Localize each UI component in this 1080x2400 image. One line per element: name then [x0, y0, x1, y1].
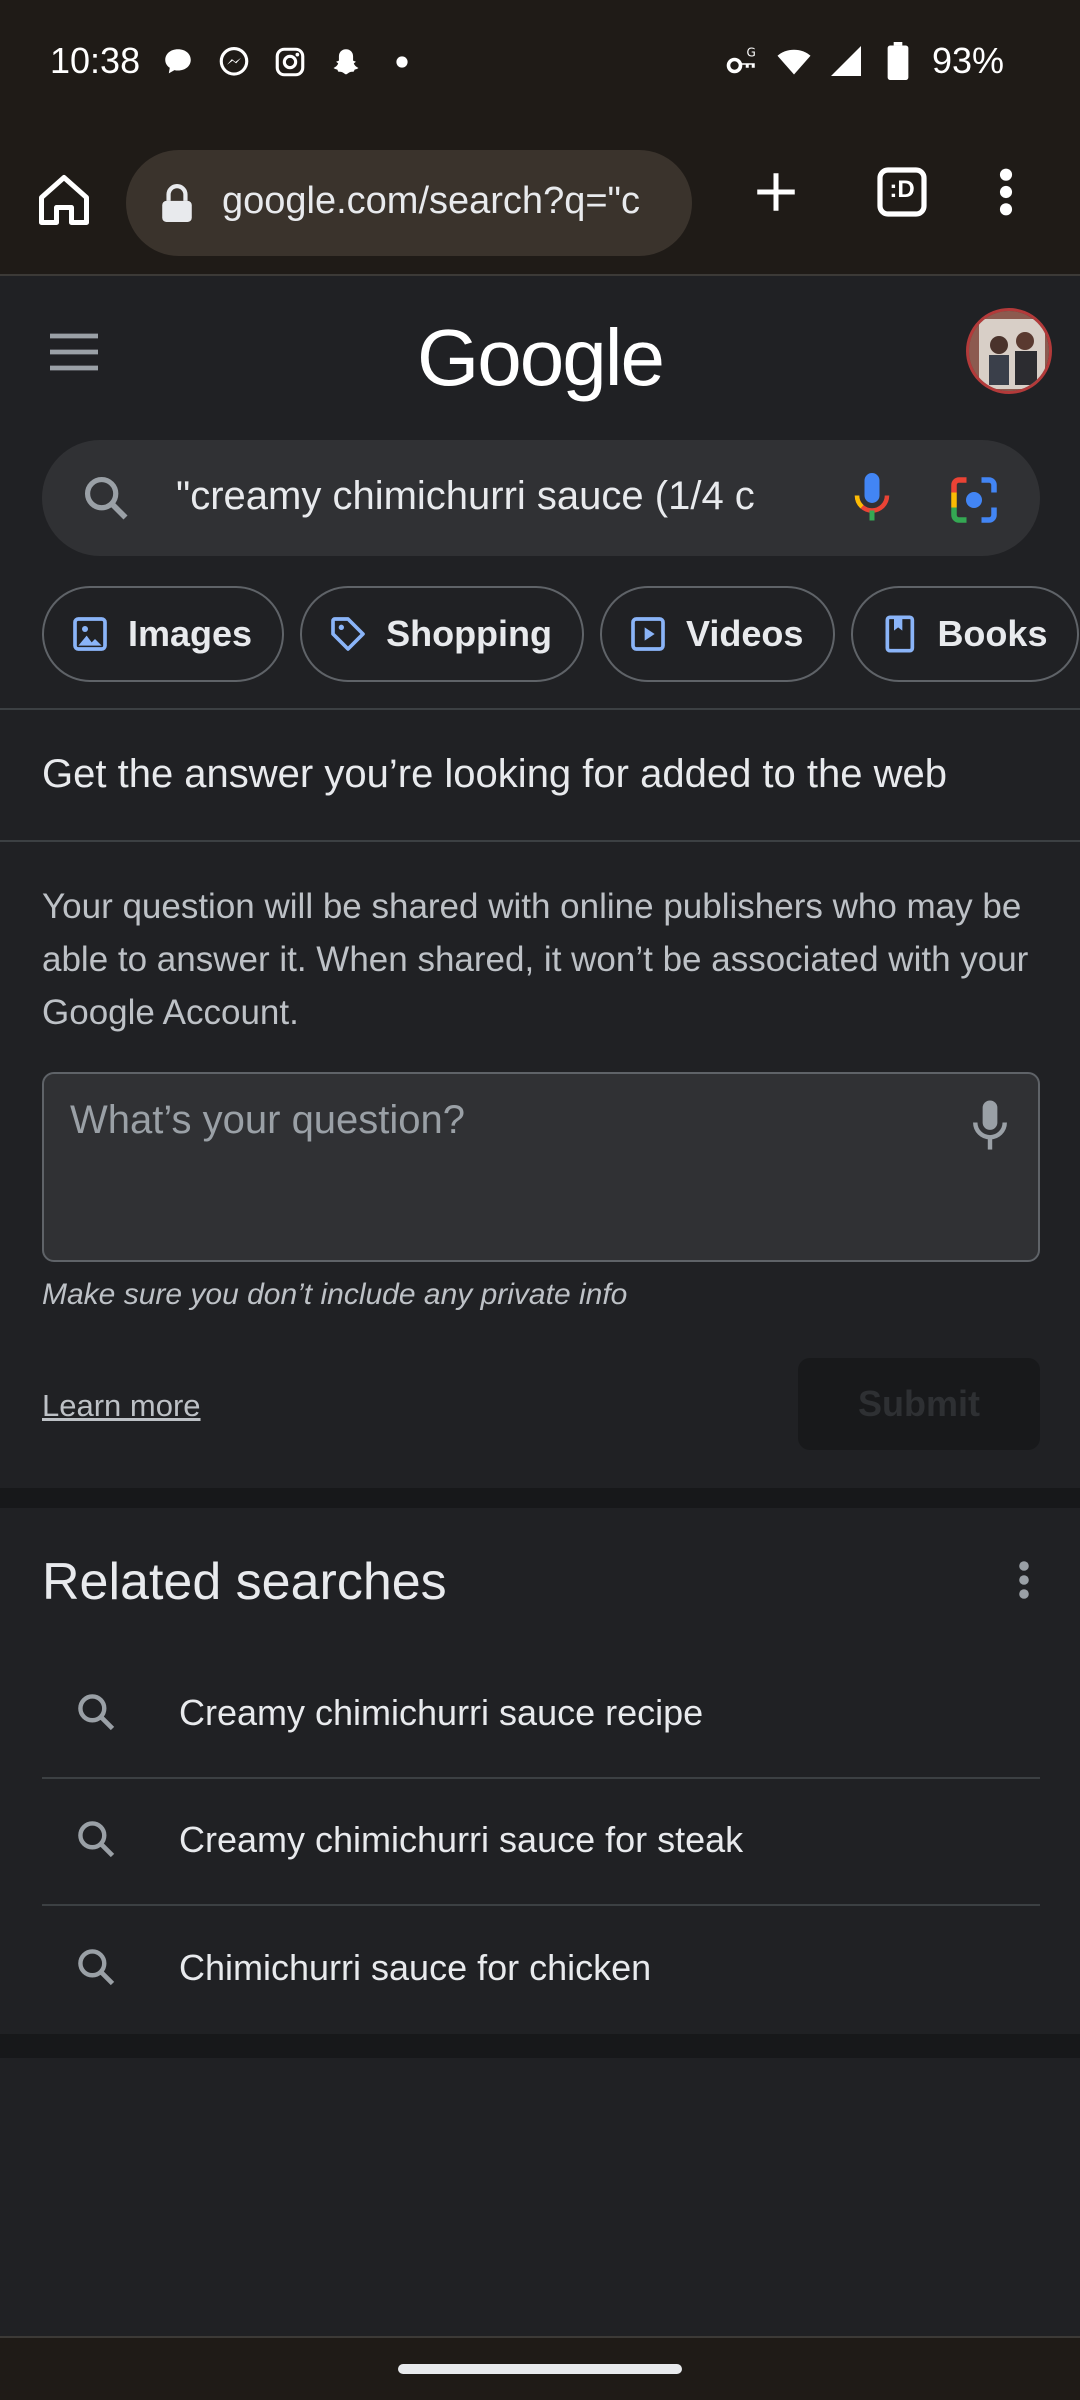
- related-search-item[interactable]: Creamy chimichurri sauce recipe: [42, 1652, 1040, 1779]
- divider: [0, 708, 1080, 710]
- tag-icon: [328, 614, 368, 654]
- status-bar: 10:38 G 93%: [0, 0, 1080, 130]
- chip-images[interactable]: Images: [42, 586, 285, 682]
- svg-text:G: G: [746, 46, 755, 60]
- chat-bubble-icon: [160, 44, 196, 80]
- tab-count: :D: [889, 176, 915, 203]
- lock-icon[interactable]: [160, 184, 194, 222]
- chip-books[interactable]: Books: [851, 586, 1080, 682]
- chip-label: Videos: [686, 613, 804, 654]
- question-input[interactable]: [70, 1098, 920, 1143]
- address-bar[interactable]: google.com/search?q="c: [126, 150, 692, 256]
- related-search-item[interactable]: Creamy chimichurri sauce for steak: [42, 1779, 1040, 1906]
- image-icon: [70, 614, 110, 654]
- related-search-text[interactable]: Creamy chimichurri sauce recipe: [179, 1692, 703, 1734]
- divider: [0, 840, 1080, 842]
- browser-toolbar: google.com/search?q="c :D: [0, 130, 1080, 276]
- google-logo[interactable]: Google: [0, 312, 1080, 404]
- chip-label: Shopping: [386, 613, 553, 654]
- submit-button[interactable]: Submit: [798, 1358, 1040, 1450]
- search-icon[interactable]: [80, 472, 132, 524]
- chip-videos[interactable]: Videos: [600, 586, 836, 682]
- learn-more-link[interactable]: Learn more: [42, 1388, 201, 1424]
- wifi-icon: [776, 43, 812, 79]
- battery-percentage: 93%: [931, 40, 1004, 81]
- google-header: Google: [0, 278, 1080, 428]
- instagram-icon: [272, 44, 308, 80]
- voice-search-icon[interactable]: [842, 468, 902, 528]
- dot-icon: [384, 44, 420, 80]
- ask-description: Your question will be shared with online…: [42, 887, 1029, 1032]
- book-icon: [879, 614, 919, 654]
- search-box[interactable]: "creamy chimichurri sauce (1/4 c: [42, 440, 1040, 556]
- snapchat-icon: [328, 44, 364, 80]
- microphone-icon[interactable]: [968, 1098, 1018, 1154]
- search-query[interactable]: "creamy chimichurri sauce (1/4 c: [176, 474, 836, 519]
- tab-switcher-button[interactable]: :D: [870, 160, 934, 224]
- signal-icon: [828, 43, 864, 79]
- more-options-icon[interactable]: [974, 160, 1038, 224]
- account-avatar[interactable]: [966, 308, 1052, 394]
- status-time: 10:38: [50, 40, 141, 81]
- related-searches-title: Related searches: [42, 1553, 447, 1611]
- home-gesture-handle[interactable]: [398, 2364, 682, 2374]
- search-icon: [74, 1690, 118, 1734]
- ask-section-title: Get the answer you’re looking for added …: [42, 752, 947, 796]
- related-search-item[interactable]: Chimichurri sauce for chicken: [42, 1907, 1040, 2034]
- question-field[interactable]: [42, 1072, 1040, 1262]
- privacy-note: Make sure you don’t include any private …: [42, 1278, 628, 1311]
- notification-icons: [160, 44, 420, 80]
- chip-shopping[interactable]: Shopping: [300, 586, 585, 682]
- vpn-key-icon: G: [724, 43, 760, 79]
- home-icon[interactable]: [34, 170, 94, 230]
- divider: [42, 1904, 1040, 1906]
- more-options-icon[interactable]: [1004, 1556, 1044, 1604]
- section-separator: [0, 1488, 1080, 1508]
- google-lens-icon[interactable]: [944, 470, 1004, 530]
- related-search-text[interactable]: Creamy chimichurri sauce for steak: [179, 1819, 743, 1861]
- search-icon: [74, 1945, 118, 1989]
- search-filter-chips: Images Shopping Videos Books: [42, 586, 1080, 682]
- new-tab-icon[interactable]: [744, 160, 808, 224]
- battery-icon: [880, 42, 916, 80]
- play-icon: [628, 614, 668, 654]
- search-icon: [74, 1817, 118, 1861]
- section-separator: [0, 2034, 1080, 2058]
- chip-label: Books: [937, 613, 1048, 654]
- chip-label: Images: [128, 613, 253, 654]
- related-search-text[interactable]: Chimichurri sauce for chicken: [179, 1947, 651, 1989]
- url-text[interactable]: google.com/search?q="c: [222, 180, 682, 223]
- messenger-icon: [216, 44, 252, 80]
- system-icons: G 93%: [724, 40, 1004, 82]
